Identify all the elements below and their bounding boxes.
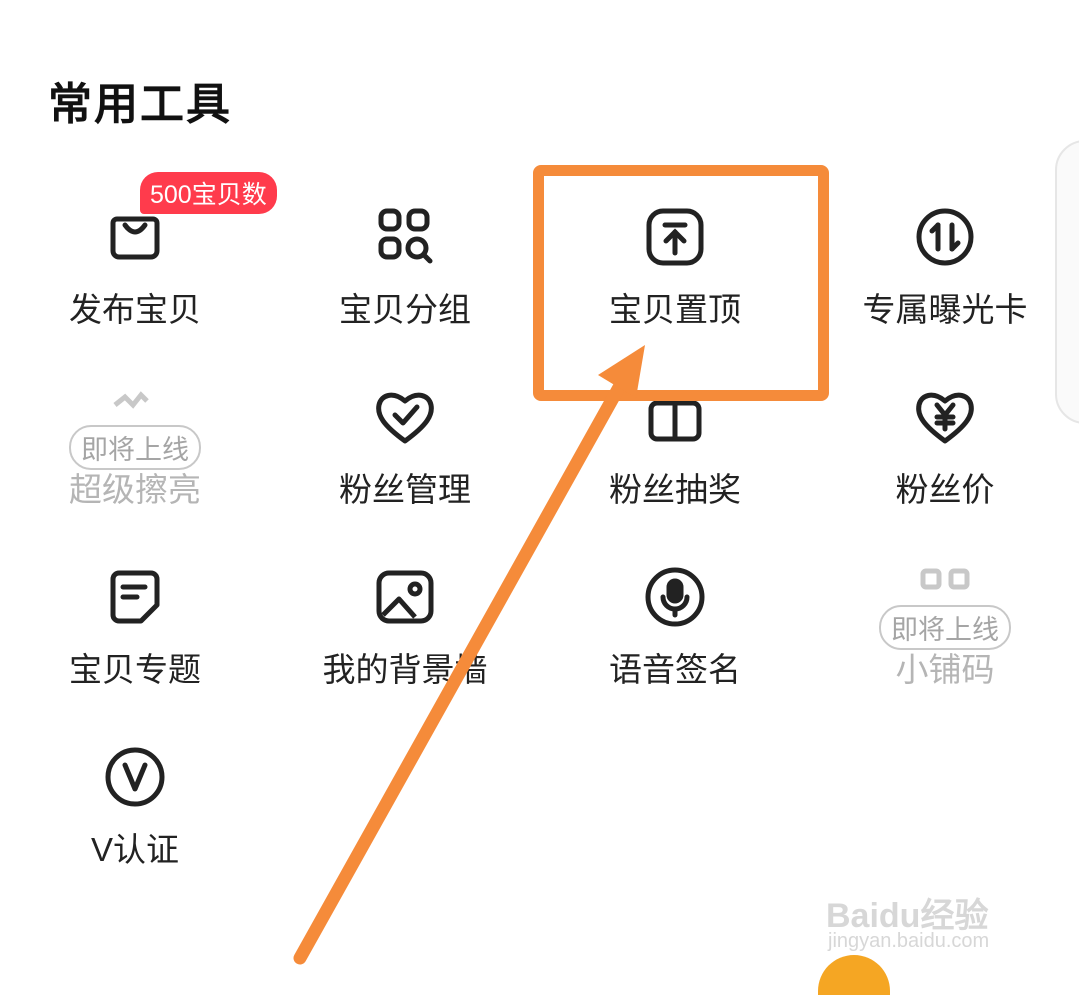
tool-fan-lottery[interactable]: 粉丝抽奖	[555, 385, 795, 535]
tool-label: 我的背景墙	[322, 651, 488, 688]
tool-label: 宝贝置顶	[609, 291, 741, 328]
tool-group[interactable]: 宝贝分组	[285, 205, 525, 355]
tool-label: 发布宝贝	[69, 291, 201, 328]
microphone-icon	[643, 565, 707, 629]
heart-check-icon	[373, 385, 437, 449]
tool-v-verify[interactable]: V认证	[15, 745, 255, 895]
tool-publish[interactable]: 发布宝贝	[15, 205, 255, 355]
tool-label: 粉丝价	[895, 471, 995, 508]
tool-topic[interactable]: 宝贝专题	[15, 565, 255, 715]
pin-top-icon	[643, 205, 707, 269]
tool-voice-signature[interactable]: 语音签名	[555, 565, 795, 715]
bag-icon	[103, 205, 167, 269]
tool-shop-code: 即将上线 小铺码	[825, 565, 1065, 715]
mascot-peek	[818, 955, 890, 995]
note-icon	[103, 565, 167, 629]
tool-label: 宝贝专题	[69, 651, 201, 688]
image-icon	[373, 565, 437, 629]
tool-label: 粉丝抽奖	[609, 471, 741, 508]
tool-label: V认证	[90, 831, 179, 868]
tool-pin[interactable]: 宝贝置顶	[555, 205, 795, 355]
tool-exposure-card[interactable]: 专属曝光卡	[825, 205, 1065, 355]
tool-label: 宝贝分组	[339, 291, 471, 328]
quota-badge: 500宝贝数	[140, 172, 277, 214]
tool-fan-price[interactable]: 粉丝价	[825, 385, 1065, 535]
grid-search-icon	[373, 205, 437, 269]
tool-background-wall[interactable]: 我的背景墙	[285, 565, 525, 715]
tool-label: 语音签名	[609, 651, 741, 688]
tool-label: 粉丝管理	[339, 471, 471, 508]
heart-yen-icon	[913, 385, 977, 449]
v-badge-icon	[103, 745, 167, 809]
gift-icon	[643, 385, 707, 449]
tool-label: 小铺码	[895, 651, 995, 688]
tool-fan-manage[interactable]: 粉丝管理	[285, 385, 525, 535]
sort-arrows-icon	[913, 205, 977, 269]
section-title: 常用工具	[48, 80, 232, 129]
tool-label: 专属曝光卡	[862, 291, 1028, 328]
tool-label: 超级擦亮	[69, 471, 201, 508]
watermark-url: jingyan.baidu.com	[828, 930, 990, 952]
tool-super-polish: 即将上线 超级擦亮	[15, 385, 255, 535]
